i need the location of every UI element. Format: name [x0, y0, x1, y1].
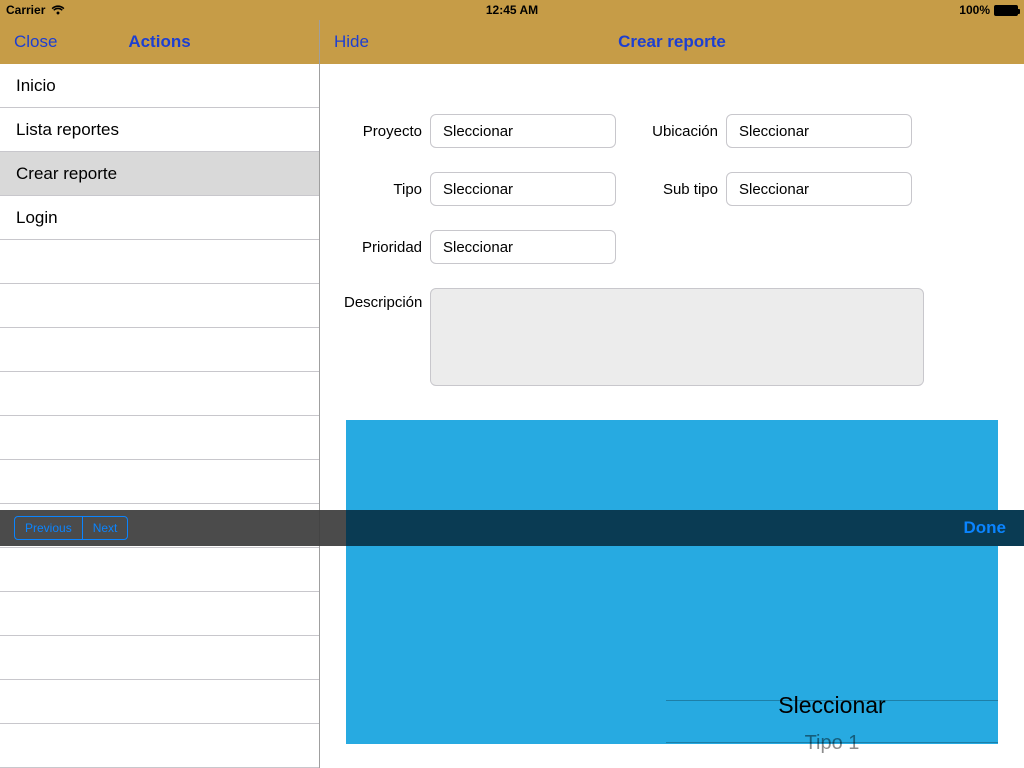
sidebar-item-lista-reportes[interactable]: Lista reportes [0, 108, 319, 152]
ubicacion-label: Ubicación [640, 123, 718, 140]
battery-percent: 100% [959, 3, 990, 17]
previous-button[interactable]: Previous [15, 517, 82, 539]
close-button[interactable]: Close [0, 32, 71, 52]
sidebar-title: Actions [128, 32, 190, 52]
sidebar-empty-row [0, 328, 319, 372]
main-navbar: Hide Crear reporte [320, 20, 1024, 64]
picker-wheel[interactable]: Sleccionar Tipo 1 Tipo 2 Tipo 3 [666, 686, 998, 768]
sidebar-empty-row [0, 680, 319, 724]
wifi-icon [51, 5, 65, 15]
done-button[interactable]: Done [964, 518, 1011, 538]
next-button[interactable]: Next [82, 517, 128, 539]
carrier-label: Carrier [6, 3, 45, 17]
sidebar-empty-row [0, 240, 319, 284]
ubicacion-select[interactable]: Sleccionar [726, 114, 912, 148]
proyecto-value: Sleccionar [443, 123, 513, 140]
battery-icon [994, 5, 1018, 16]
status-bar: Carrier 12:45 AM 100% [0, 0, 1024, 20]
sidebar-empty-row [0, 284, 319, 328]
sidebar-navbar: Close Actions [0, 20, 320, 64]
input-accessory-bar: Previous Next Done [0, 510, 1024, 546]
subtipo-value: Sleccionar [739, 181, 809, 198]
ubicacion-value: Sleccionar [739, 123, 809, 140]
hide-button[interactable]: Hide [320, 32, 383, 52]
prioridad-value: Sleccionar [443, 239, 513, 256]
sidebar-item-label: Lista reportes [16, 120, 119, 140]
sidebar-item-label: Crear reporte [16, 164, 117, 184]
descripcion-label: Descripción [344, 288, 422, 386]
page-title: Crear reporte [618, 32, 726, 52]
tipo-value: Sleccionar [443, 181, 513, 198]
sidebar-item-login[interactable]: Login [0, 196, 319, 240]
picker-selection-line [666, 700, 998, 701]
prev-next-segment: Previous Next [14, 516, 128, 540]
main-content: Proyecto Sleccionar Ubicación Sleccionar… [320, 64, 1024, 768]
picker-selection-line [666, 742, 998, 743]
picker-option[interactable]: Tipo 2 [666, 762, 998, 768]
sidebar-empty-row [0, 548, 319, 592]
proyecto-label: Proyecto [344, 123, 422, 140]
sidebar-empty-row [0, 724, 319, 768]
subtipo-select[interactable]: Sleccionar [726, 172, 912, 206]
subtipo-label: Sub tipo [640, 181, 718, 198]
prioridad-select[interactable]: Sleccionar [430, 230, 616, 264]
tipo-select[interactable]: Sleccionar [430, 172, 616, 206]
sidebar-item-label: Login [16, 208, 58, 228]
sidebar-empty-row [0, 416, 319, 460]
tipo-label: Tipo [344, 181, 422, 198]
descripcion-textarea[interactable] [430, 288, 924, 386]
status-time: 12:45 AM [486, 3, 538, 17]
sidebar-item-crear-reporte[interactable]: Crear reporte [0, 152, 319, 196]
sidebar: Inicio Lista reportes Crear reporte Logi… [0, 64, 320, 768]
sidebar-empty-row [0, 460, 319, 504]
sidebar-empty-row [0, 592, 319, 636]
prioridad-label: Prioridad [344, 239, 422, 256]
picker-option[interactable]: Tipo 1 [666, 724, 998, 762]
proyecto-select[interactable]: Sleccionar [430, 114, 616, 148]
sidebar-item-inicio[interactable]: Inicio [0, 64, 319, 108]
sidebar-empty-row [0, 636, 319, 680]
sidebar-item-label: Inicio [16, 76, 56, 96]
picker-option-selected[interactable]: Sleccionar [666, 686, 998, 724]
sidebar-empty-row [0, 372, 319, 416]
